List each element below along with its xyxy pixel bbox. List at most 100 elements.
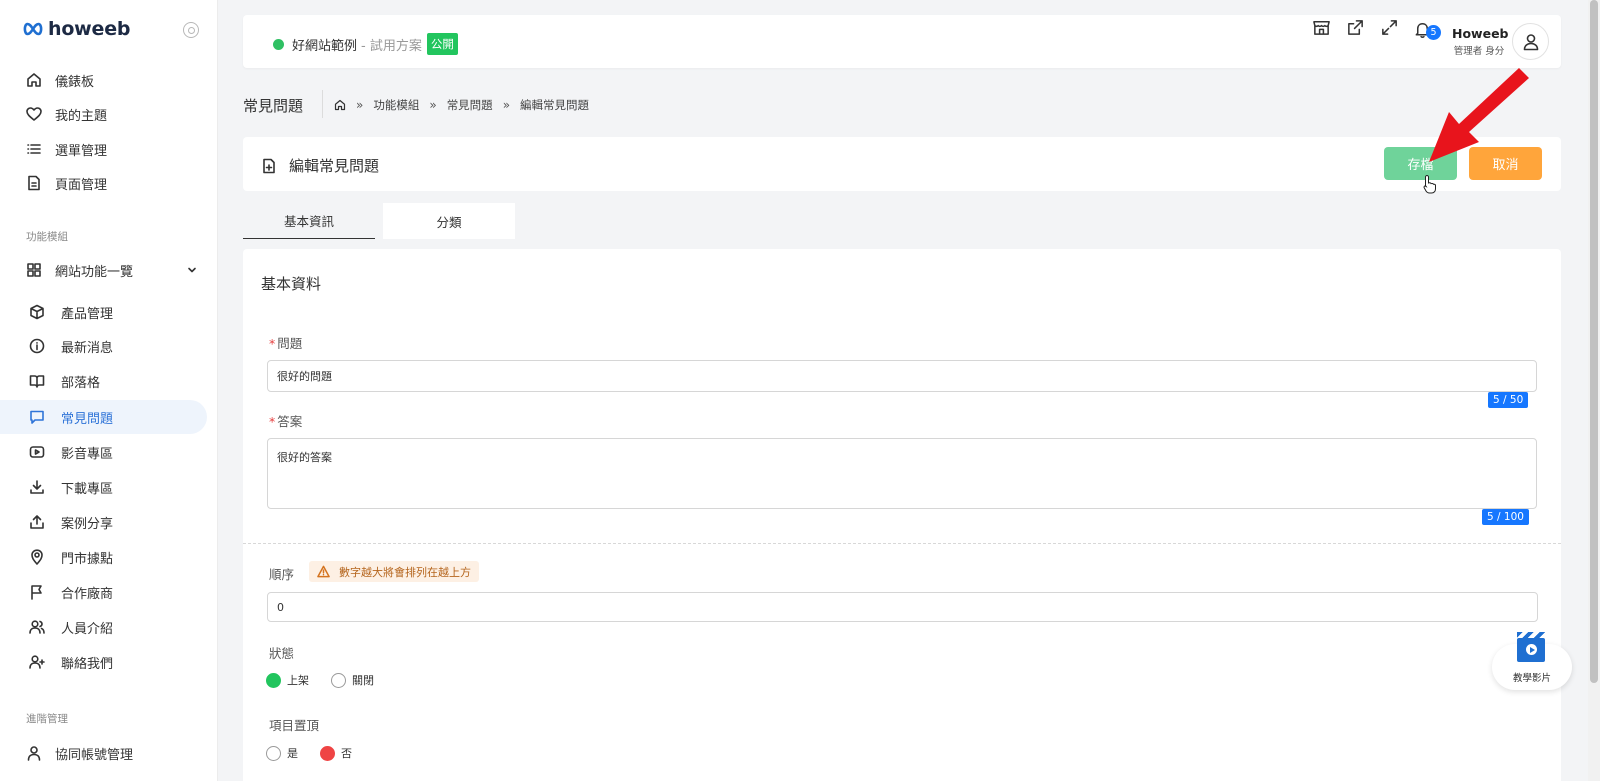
store-icon[interactable] bbox=[1311, 17, 1331, 37]
pin-radio-no[interactable]: 否 bbox=[320, 745, 352, 761]
sidebar-item-label: 選單管理 bbox=[55, 143, 108, 159]
user-role: 管理者 身分 bbox=[1453, 46, 1505, 57]
breadcrumb-separator: » bbox=[429, 98, 437, 112]
breadcrumb: » 功能模組 » 常見問題 » 編輯常見問題 bbox=[334, 97, 589, 113]
list-icon bbox=[25, 140, 43, 158]
sidebar-item-faq[interactable]: 常見問題 bbox=[0, 400, 207, 434]
page-title: 常見問題 bbox=[243, 97, 304, 115]
sidebar-item-downloads[interactable]: 下載專區 bbox=[0, 470, 218, 504]
sidebar-item-video[interactable]: 影音專區 bbox=[0, 435, 218, 469]
status-radio-off[interactable]: 關閉 bbox=[331, 672, 374, 688]
user-plus-icon bbox=[28, 653, 46, 671]
pin-radio-yes[interactable]: 是 bbox=[266, 745, 298, 761]
status-radio-on[interactable]: 上架 bbox=[266, 672, 309, 688]
sidebar-item-menu[interactable]: 選單管理 bbox=[0, 132, 218, 166]
logo-text: howeeb bbox=[48, 18, 131, 40]
radio-circle bbox=[266, 672, 281, 688]
sidebar-item-label: 聯絡我們 bbox=[61, 656, 114, 672]
sidebar-item-collab-accounts[interactable]: 協同帳號管理 bbox=[0, 736, 218, 770]
radio-label: 是 bbox=[287, 747, 298, 760]
logo[interactable]: howeeb bbox=[22, 17, 131, 41]
status-dot bbox=[273, 38, 284, 50]
breadcrumb-item[interactable]: 常見問題 bbox=[447, 97, 493, 113]
chat-icon bbox=[28, 408, 46, 426]
answer-textarea[interactable]: 很好的答案 bbox=[267, 438, 1537, 509]
avatar[interactable] bbox=[1512, 23, 1549, 60]
public-badge: 公開 bbox=[426, 33, 458, 55]
sidebar-item-products[interactable]: 產品管理 bbox=[0, 295, 218, 329]
edit-title-text: 編輯常見問題 bbox=[289, 157, 380, 175]
sidebar: howeeb 儀錶板 我的主題 選單管理 頁面管理 功能模組 網站功能一覽 產品… bbox=[0, 0, 218, 781]
video-icon bbox=[28, 443, 46, 461]
title-divider bbox=[322, 90, 323, 118]
grid-icon bbox=[25, 261, 43, 279]
share-icon bbox=[28, 513, 46, 531]
sidebar-item-my-theme[interactable]: 我的主題 bbox=[0, 97, 218, 131]
logo-infinity-icon bbox=[23, 22, 43, 36]
home-icon[interactable] bbox=[334, 99, 346, 111]
sidebar-item-label: 合作廠商 bbox=[61, 586, 114, 602]
fullscreen-icon[interactable] bbox=[1379, 17, 1399, 37]
sidebar-item-label: 常見問題 bbox=[61, 411, 114, 427]
chevron-down-icon bbox=[188, 267, 196, 273]
status-label: 狀態 bbox=[269, 646, 295, 661]
tab-basic-info[interactable]: 基本資訊 bbox=[243, 203, 375, 239]
user-avatar-icon bbox=[1523, 33, 1538, 50]
tab-category[interactable]: 分類 bbox=[383, 203, 515, 239]
user-name[interactable]: Howeeb bbox=[1452, 26, 1509, 41]
answer-char-counter: 5 / 100 bbox=[1482, 509, 1529, 525]
warning-icon bbox=[317, 565, 330, 578]
radio-circle bbox=[266, 745, 281, 761]
map-pin-icon bbox=[28, 548, 46, 566]
box-icon bbox=[28, 303, 46, 321]
order-hint: 數字越大將會排列在越上方 bbox=[309, 561, 479, 582]
sidebar-item-news[interactable]: 最新消息 bbox=[0, 329, 218, 363]
site-name[interactable]: 好網站範例 bbox=[292, 35, 357, 54]
section-label-modules: 功能模組 bbox=[26, 231, 68, 243]
answer-label: * 答案 bbox=[269, 411, 302, 430]
sidebar-group-site-functions[interactable]: 網站功能一覽 bbox=[0, 253, 218, 287]
radio-label: 關閉 bbox=[352, 674, 374, 687]
sidebar-item-label: 人員介紹 bbox=[61, 621, 114, 637]
question-label-text: 問題 bbox=[277, 336, 303, 351]
edit-title: 編輯常見問題 bbox=[261, 155, 379, 176]
flag-icon bbox=[28, 583, 46, 601]
sidebar-item-label: 協同帳號管理 bbox=[55, 747, 134, 763]
sidebar-item-partners[interactable]: 合作廠商 bbox=[0, 575, 218, 609]
radio-circle bbox=[320, 745, 335, 761]
sidebar-item-pages[interactable]: 頁面管理 bbox=[0, 166, 218, 200]
radio-label: 否 bbox=[341, 747, 352, 760]
question-input[interactable]: 很好的問題 bbox=[267, 360, 1537, 392]
info-icon bbox=[28, 337, 46, 355]
clapperboard-icon bbox=[1517, 632, 1545, 662]
sidebar-item-dashboard[interactable]: 儀錶板 bbox=[0, 63, 218, 97]
tutorial-video-label: 教學影片 bbox=[1512, 673, 1551, 684]
section-divider bbox=[243, 543, 1561, 544]
page-scrollbar[interactable] bbox=[1588, 0, 1600, 781]
file-icon bbox=[25, 174, 43, 192]
breadcrumb-separator: » bbox=[356, 98, 364, 112]
order-input[interactable]: 0 bbox=[267, 592, 1538, 622]
sidebar-item-team[interactable]: 人員介紹 bbox=[0, 610, 218, 644]
breadcrumb-item-current: 編輯常見問題 bbox=[520, 98, 590, 112]
sidebar-item-blog[interactable]: 部落格 bbox=[0, 364, 218, 398]
required-mark: * bbox=[269, 414, 276, 429]
tutorial-video-widget[interactable]: 教學影片 bbox=[1492, 630, 1572, 696]
external-link-icon[interactable] bbox=[1345, 17, 1365, 37]
radio-circle bbox=[331, 672, 346, 688]
form-card: 基本資料 * 問題 很好的問題 5 / 50 * 答案 很好的答案 5 / 100 … bbox=[243, 249, 1561, 781]
sidebar-item-label: 產品管理 bbox=[61, 306, 114, 322]
sidebar-item-cases[interactable]: 案例分享 bbox=[0, 505, 218, 539]
file-plus-icon bbox=[263, 158, 275, 173]
sidebar-item-label: 下載專區 bbox=[61, 481, 114, 497]
radio-label: 上架 bbox=[287, 674, 309, 687]
breadcrumb-item[interactable]: 功能模組 bbox=[373, 97, 419, 113]
question-char-counter: 5 / 50 bbox=[1488, 392, 1529, 408]
sidebar-item-contact[interactable]: 聯絡我們 bbox=[0, 645, 218, 679]
scrollbar-thumb[interactable] bbox=[1590, 0, 1598, 683]
download-icon bbox=[28, 478, 46, 496]
hand-cursor-icon bbox=[1423, 174, 1436, 194]
sidebar-collapse-icon[interactable] bbox=[183, 22, 199, 38]
answer-label-text: 答案 bbox=[277, 414, 303, 429]
sidebar-item-stores[interactable]: 門市據點 bbox=[0, 540, 218, 574]
